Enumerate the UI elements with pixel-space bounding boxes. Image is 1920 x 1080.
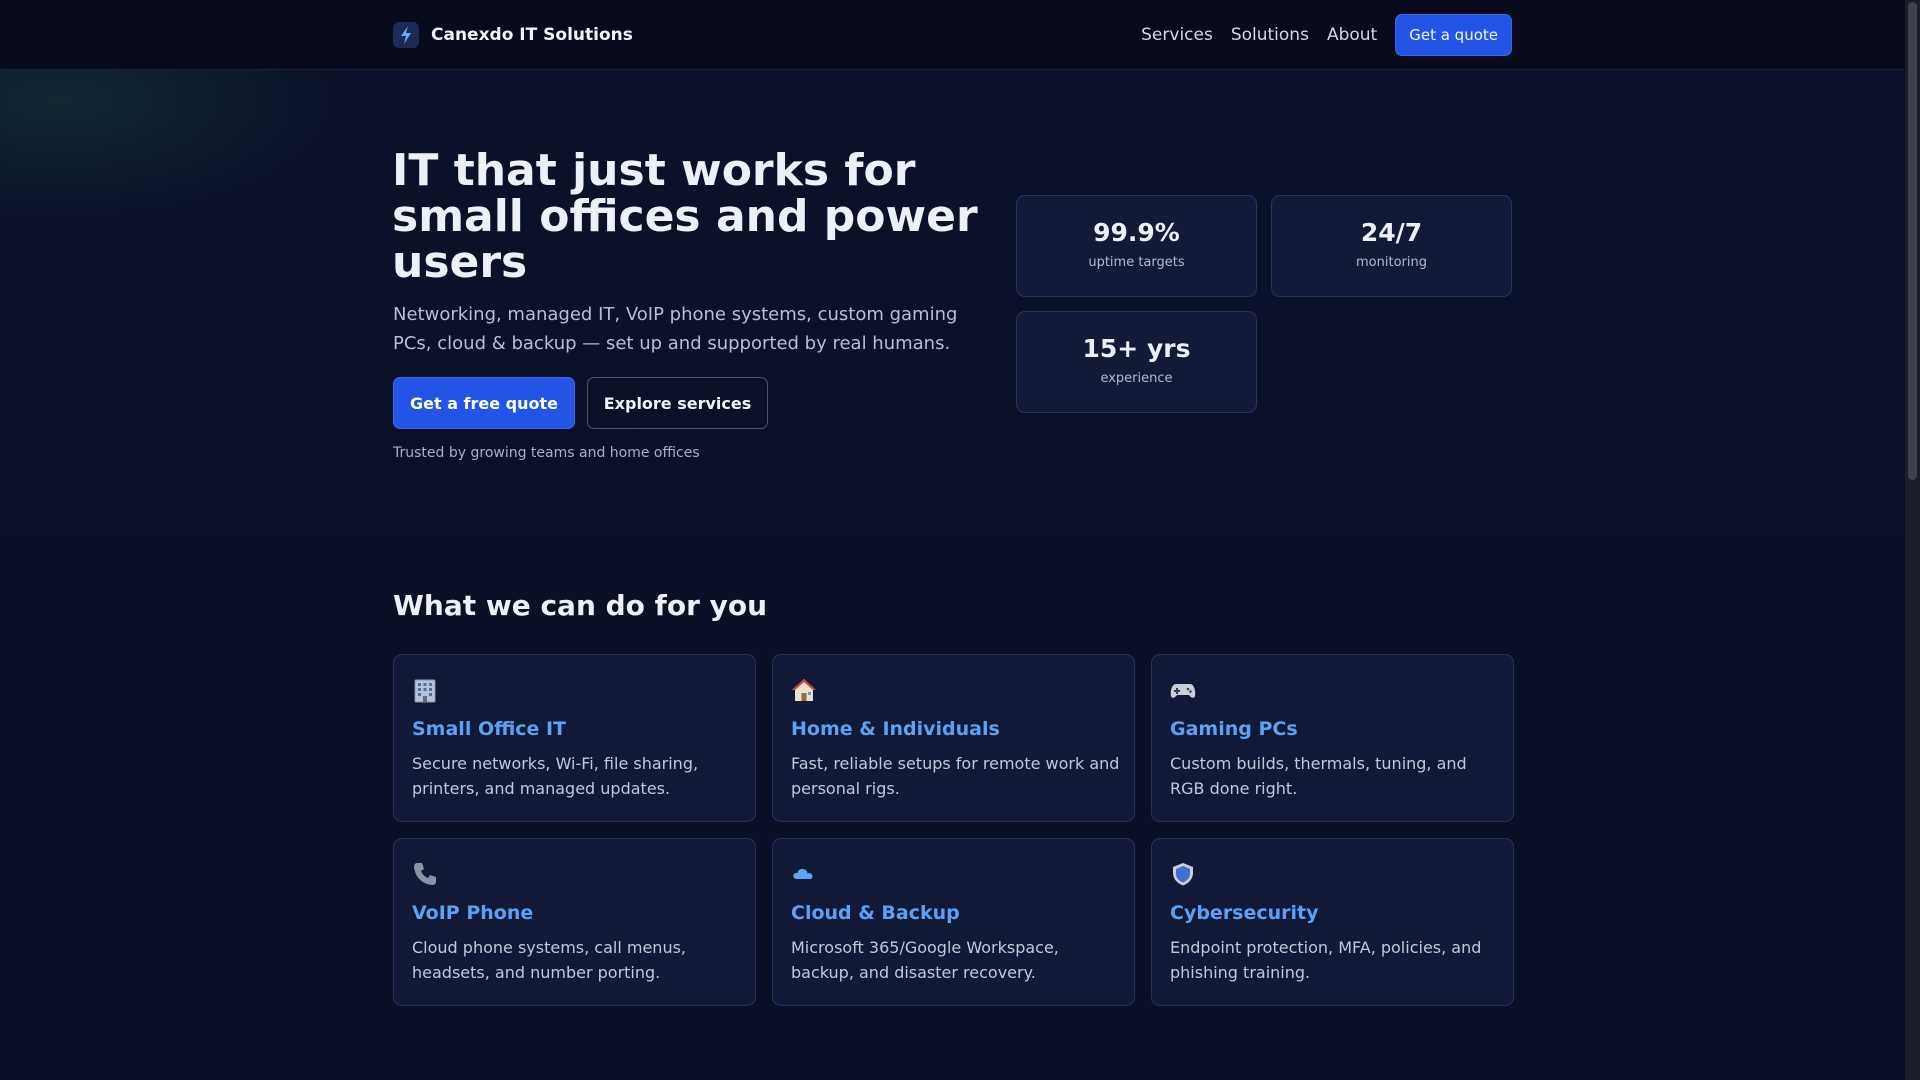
main-nav: Services Solutions About Get a quote xyxy=(1141,14,1512,56)
hero-subtitle: Networking, managed IT, VoIP phone syste… xyxy=(393,304,958,354)
service-card-small-office[interactable]: Small Office IT Secure networks, Wi-Fi, … xyxy=(393,654,756,822)
house-icon xyxy=(791,677,817,703)
stat-label: monitoring xyxy=(1356,255,1427,270)
card-description: Fast, reliable setups for remote work an… xyxy=(791,754,1120,798)
stat-label: experience xyxy=(1100,371,1173,386)
trust-text: Trusted by growing teams and home office… xyxy=(393,445,700,461)
service-card-voip[interactable]: VoIP Phone Cloud phone systems, call men… xyxy=(393,838,756,1006)
nav-link-about[interactable]: About xyxy=(1327,25,1377,45)
service-card-home[interactable]: Home & Individuals Fast, reliable setups… xyxy=(772,654,1135,822)
nav-link-solutions[interactable]: Solutions xyxy=(1231,25,1309,45)
card-description: Secure networks, Wi-Fi, file sharing, pr… xyxy=(412,754,699,798)
free-quote-button[interactable]: Get a free quote xyxy=(393,377,575,429)
stat-value: 24/7 xyxy=(1360,218,1423,247)
hero-title: IT that just works for small offices and… xyxy=(392,145,978,288)
service-card-gaming[interactable]: Gaming PCs Custom builds, thermals, tuni… xyxy=(1151,654,1514,822)
card-title: Home & Individuals xyxy=(791,718,1000,740)
card-title: Gaming PCs xyxy=(1170,718,1298,740)
stat-label: uptime targets xyxy=(1088,255,1185,270)
gamepad-icon xyxy=(1170,677,1196,703)
card-title: VoIP Phone xyxy=(412,902,534,924)
brand-name: Canexdo IT Solutions xyxy=(431,25,633,45)
page: Canexdo IT Solutions Services Solutions … xyxy=(0,0,1905,1080)
get-quote-button[interactable]: Get a quote xyxy=(1395,14,1512,56)
card-description: Custom builds, thermals, tuning, and RGB… xyxy=(1170,754,1467,798)
brand[interactable]: Canexdo IT Solutions xyxy=(393,21,633,49)
service-card-cloud[interactable]: Cloud & Backup Microsoft 365/Google Work… xyxy=(772,838,1135,1006)
stat-card-uptime: 99.9% uptime targets xyxy=(1016,195,1257,297)
lightning-logo-icon xyxy=(393,22,419,48)
shield-icon xyxy=(1170,861,1196,887)
stat-value: 99.9% xyxy=(1093,218,1180,247)
cloud-icon xyxy=(791,861,817,887)
office-building-icon xyxy=(412,677,438,703)
card-title: Cybersecurity xyxy=(1170,902,1319,924)
services-section-title: What we can do for you xyxy=(393,589,768,622)
card-description: Endpoint protection, MFA, policies, and … xyxy=(1170,938,1482,982)
vertical-scrollbar[interactable] xyxy=(1905,0,1920,1080)
card-title: Cloud & Backup xyxy=(791,902,960,924)
card-description: Microsoft 365/Google Workspace, backup, … xyxy=(791,938,1059,982)
stat-card-monitoring: 24/7 monitoring xyxy=(1271,195,1512,297)
card-title: Small Office IT xyxy=(412,718,567,740)
site-header: Canexdo IT Solutions Services Solutions … xyxy=(0,0,1905,70)
service-card-cybersecurity[interactable]: Cybersecurity Endpoint protection, MFA, … xyxy=(1151,838,1514,1006)
card-description: Cloud phone systems, call menus, headset… xyxy=(412,938,687,982)
scrollbar-thumb[interactable] xyxy=(1908,2,1917,480)
explore-services-button[interactable]: Explore services xyxy=(587,377,768,429)
stat-card-experience: 15+ yrs experience xyxy=(1016,311,1257,413)
nav-link-services[interactable]: Services xyxy=(1141,25,1213,45)
phone-icon xyxy=(412,861,438,887)
stat-value: 15+ yrs xyxy=(1082,334,1191,363)
